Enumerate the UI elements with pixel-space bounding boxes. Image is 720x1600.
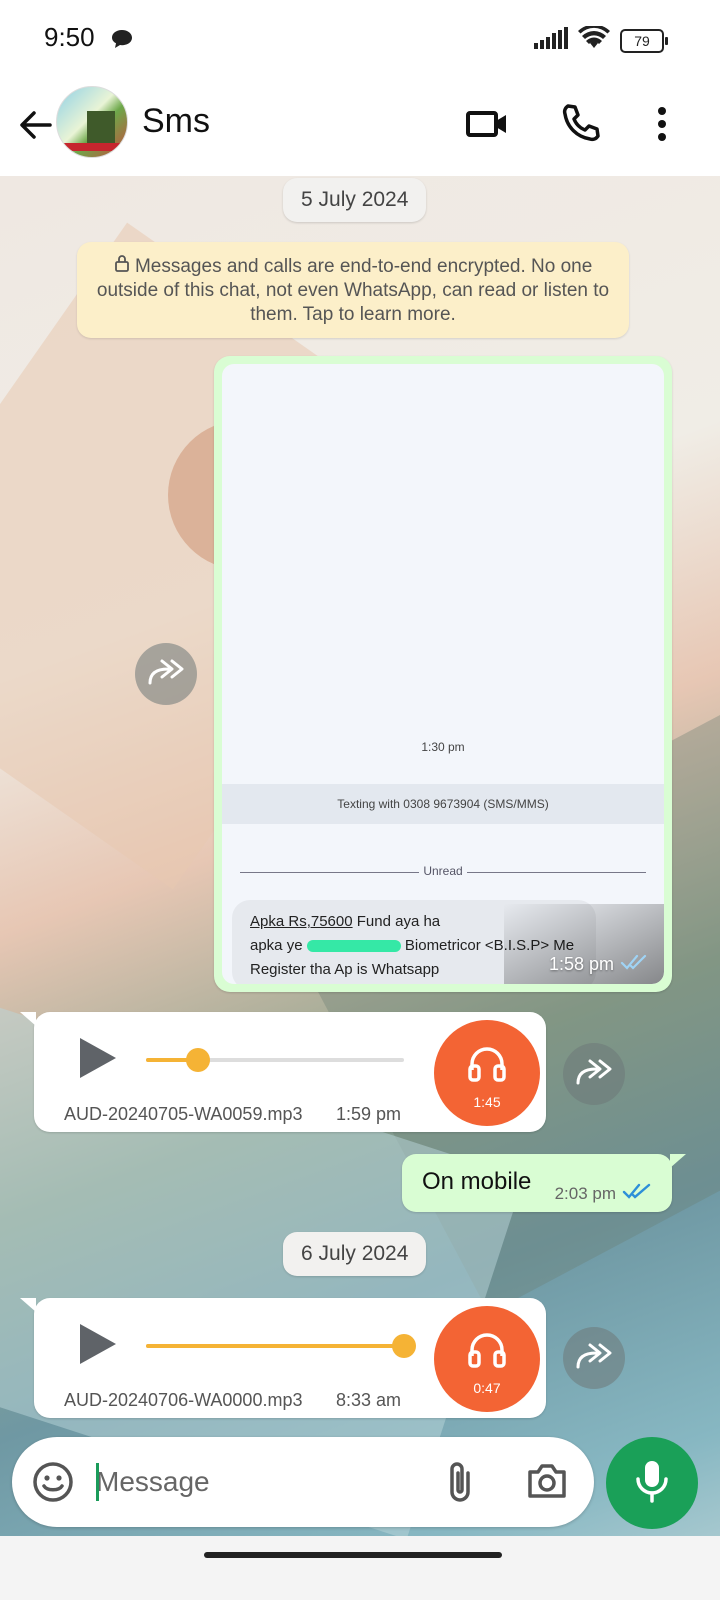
encryption-notice[interactable]: Messages and calls are end-to-end encryp… [77,242,629,338]
message-time: 8:33 am [336,1390,402,1410]
wifi-icon [578,24,610,55]
audio-seekbar[interactable] [146,1048,404,1072]
seek-handle[interactable] [392,1334,416,1358]
redaction-mark [306,940,401,953]
camera-icon[interactable] [526,1462,568,1505]
screenshot-texting-banner: Texting with 0308 9673904 (SMS/MMS) [222,784,664,824]
voice-record-button[interactable] [606,1437,698,1529]
system-navigation-bar [0,1536,720,1600]
voice-call-icon[interactable] [556,100,604,148]
play-icon[interactable] [78,1036,118,1080]
sms-amount: Apka Rs,75600 [250,913,353,930]
audio-message-bubble[interactable]: AUD-20240706-WA0000.mp3 8:33 am 0:47 [20,1298,546,1418]
status-time: 9:50 [44,22,95,52]
date-divider: 5 July 2024 [283,178,427,222]
message-text: On mobile [422,1168,532,1195]
forward-icon [574,1057,614,1092]
lock-icon [114,255,135,277]
forward-button[interactable] [563,1327,625,1389]
text-cursor [96,1463,99,1501]
message-time: 2:03 pm [554,1183,616,1203]
screenshot-time: 1:30 pm [421,740,465,754]
signal-icon [534,27,568,54]
chat-header: Sms [0,78,720,176]
microphone-icon [634,1459,670,1508]
read-ticks-icon [620,953,650,976]
audio-thumbnail: 0:47 [434,1306,540,1412]
date-divider: 6 July 2024 [283,1232,427,1276]
video-call-icon[interactable] [464,100,512,148]
image-message-meta: 1:58 pm [549,953,650,976]
forward-icon [574,1341,614,1376]
audio-thumbnail: 1:45 [434,1020,540,1126]
more-options-icon[interactable] [638,100,686,148]
encryption-text: Messages and calls are end-to-end encryp… [96,256,610,325]
forward-button[interactable] [135,643,197,705]
read-ticks-icon [622,1182,654,1205]
status-bar: 9:50 79 [0,0,720,78]
audio-filename: AUD-20240706-WA0000.mp3 [64,1390,303,1410]
audio-message-bubble[interactable]: AUD-20240705-WA0059.mp3 1:59 pm 1:45 [20,1012,546,1132]
sms-screenshot-image[interactable]: 1:30 pm Texting with 0308 9673904 (SMS/M… [222,364,664,984]
image-message-bubble[interactable]: 1:30 pm Texting with 0308 9673904 (SMS/M… [214,356,672,992]
message-time: 1:58 pm [548,954,614,974]
message-time: 1:59 pm [336,1104,402,1124]
play-icon[interactable] [78,1322,118,1366]
audio-seekbar[interactable] [146,1334,416,1358]
audio-duration: 1:45 [473,1094,501,1110]
back-arrow-icon[interactable] [14,103,58,147]
chat-notification-icon [110,28,134,55]
attach-icon[interactable] [444,1459,476,1510]
message-meta: 2:03 pm [555,1182,654,1205]
screenshot-unread-divider: Unread [240,864,646,880]
message-input[interactable]: Message [96,1466,210,1498]
audio-duration: 0:47 [473,1380,501,1396]
contact-name[interactable]: Sms [142,102,210,141]
message-composer: Message [12,1437,594,1527]
audio-filename: AUD-20240705-WA0059.mp3 [64,1104,303,1124]
battery-level: 79 [634,32,650,49]
home-gesture-bar[interactable] [204,1552,502,1558]
battery-icon: 79 [620,28,668,53]
forward-icon [146,657,186,692]
forward-button[interactable] [563,1043,625,1105]
emoji-icon[interactable] [32,1461,74,1508]
contact-avatar[interactable] [56,86,128,158]
outgoing-text-bubble[interactable]: On mobile 2:03 pm [402,1154,686,1212]
seek-handle[interactable] [185,1048,210,1072]
